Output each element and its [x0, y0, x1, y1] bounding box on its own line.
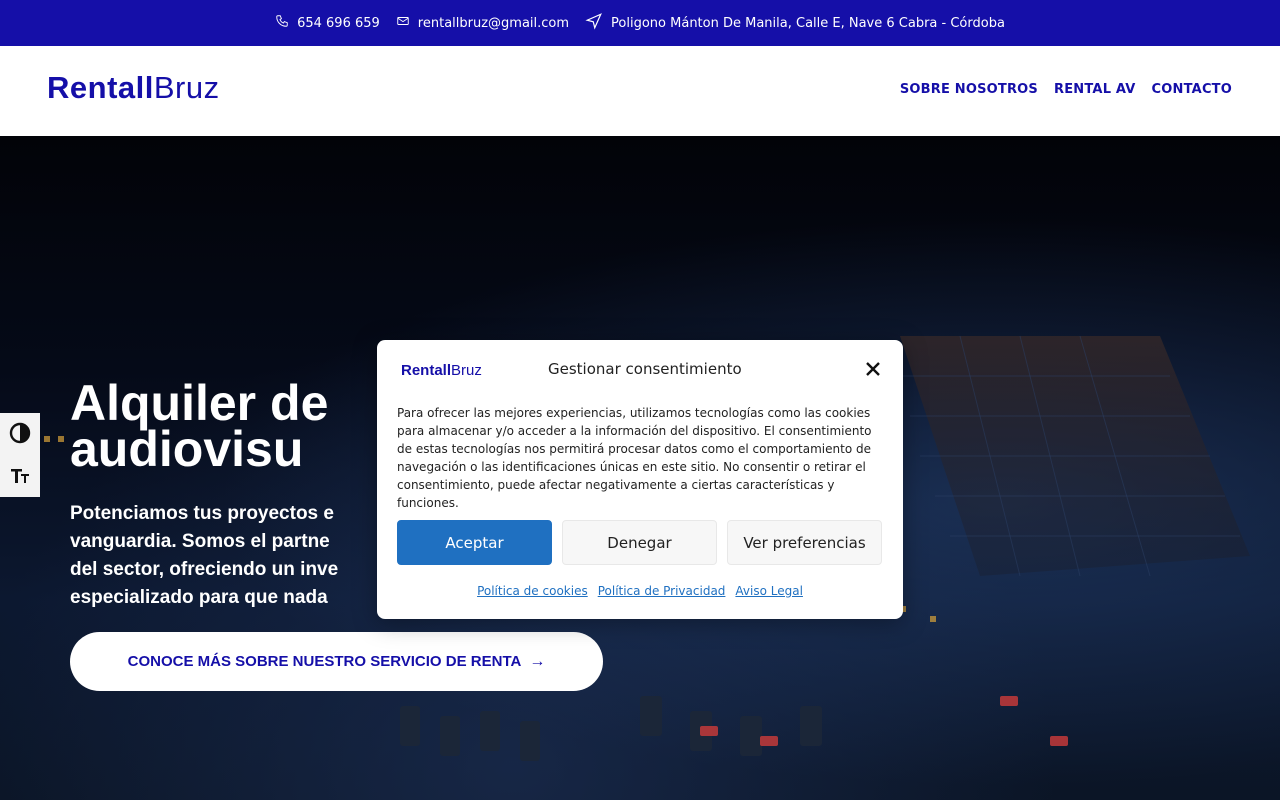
privacy-policy-link[interactable]: Política de Privacidad — [598, 584, 726, 598]
phone-number: 654 696 659 — [297, 15, 380, 31]
contrast-icon — [8, 421, 32, 448]
close-icon — [864, 362, 882, 381]
logo-bold-text: Rentall — [47, 70, 154, 105]
deny-button[interactable]: Denegar — [562, 520, 717, 565]
nav-sobre-nosotros[interactable]: SOBRE NOSOTROS — [900, 82, 1038, 97]
cookie-consent-dialog: Rentall Bruz Gestionar consentimiento Pa… — [377, 340, 903, 619]
cta-label: CONOCE MÁS SOBRE NUESTRO SERVICIO DE REN… — [127, 653, 522, 670]
dialog-close-button[interactable] — [863, 360, 883, 380]
top-contact-bar: 654 696 659 rentallbruz@gmail.com Poligo… — [0, 0, 1280, 46]
dialog-logo-bold: Rentall — [401, 362, 452, 379]
mail-icon — [396, 14, 410, 32]
navigation-arrow-icon — [585, 12, 603, 34]
email-address: rentallbruz@gmail.com — [417, 15, 570, 31]
dialog-policy-links: Política de cookies Política de Privacid… — [377, 584, 903, 598]
dialog-title: Gestionar consentimiento — [548, 360, 742, 378]
font-size-toggle[interactable] — [0, 455, 40, 497]
phone-icon — [275, 14, 289, 32]
dialog-logo-light: Bruz — [451, 362, 482, 379]
high-contrast-toggle[interactable] — [0, 413, 40, 455]
main-nav: SOBRE NOSOTROS RENTAL AV CONTACTO — [900, 82, 1232, 97]
dialog-description: Para ofrecer las mejores experiencias, u… — [397, 406, 872, 510]
text-size-icon — [8, 463, 32, 490]
arrow-right-icon: → — [529, 652, 546, 670]
dialog-actions: Aceptar Denegar Ver preferencias — [397, 520, 882, 565]
nav-contacto[interactable]: CONTACTO — [1152, 82, 1232, 97]
view-preferences-button[interactable]: Ver preferencias — [727, 520, 882, 565]
address-contact[interactable]: Poligono Mánton De Manila, Calle E, Nave… — [585, 12, 1005, 34]
site-logo[interactable]: Rentall Bruz — [47, 70, 220, 106]
address-text: Poligono Mánton De Manila, Calle E, Nave… — [611, 15, 1005, 31]
email-contact[interactable]: rentallbruz@gmail.com — [396, 14, 569, 32]
accept-button[interactable]: Aceptar — [397, 520, 552, 565]
site-header: Rentall Bruz SOBRE NOSOTROS RENTAL AV CO… — [0, 46, 1280, 136]
nav-rental-av[interactable]: RENTAL AV — [1054, 82, 1136, 97]
dialog-logo: Rentall Bruz — [401, 362, 482, 379]
hero-title: Alquiler de audiovisu — [70, 375, 329, 477]
cookie-policy-link[interactable]: Política de cookies — [477, 584, 588, 598]
logo-light-text: Bruz — [153, 70, 220, 105]
legal-notice-link[interactable]: Aviso Legal — [735, 584, 803, 598]
phone-contact[interactable]: 654 696 659 — [275, 14, 380, 32]
rental-service-cta-button[interactable]: CONOCE MÁS SOBRE NUESTRO SERVICIO DE REN… — [70, 632, 603, 691]
